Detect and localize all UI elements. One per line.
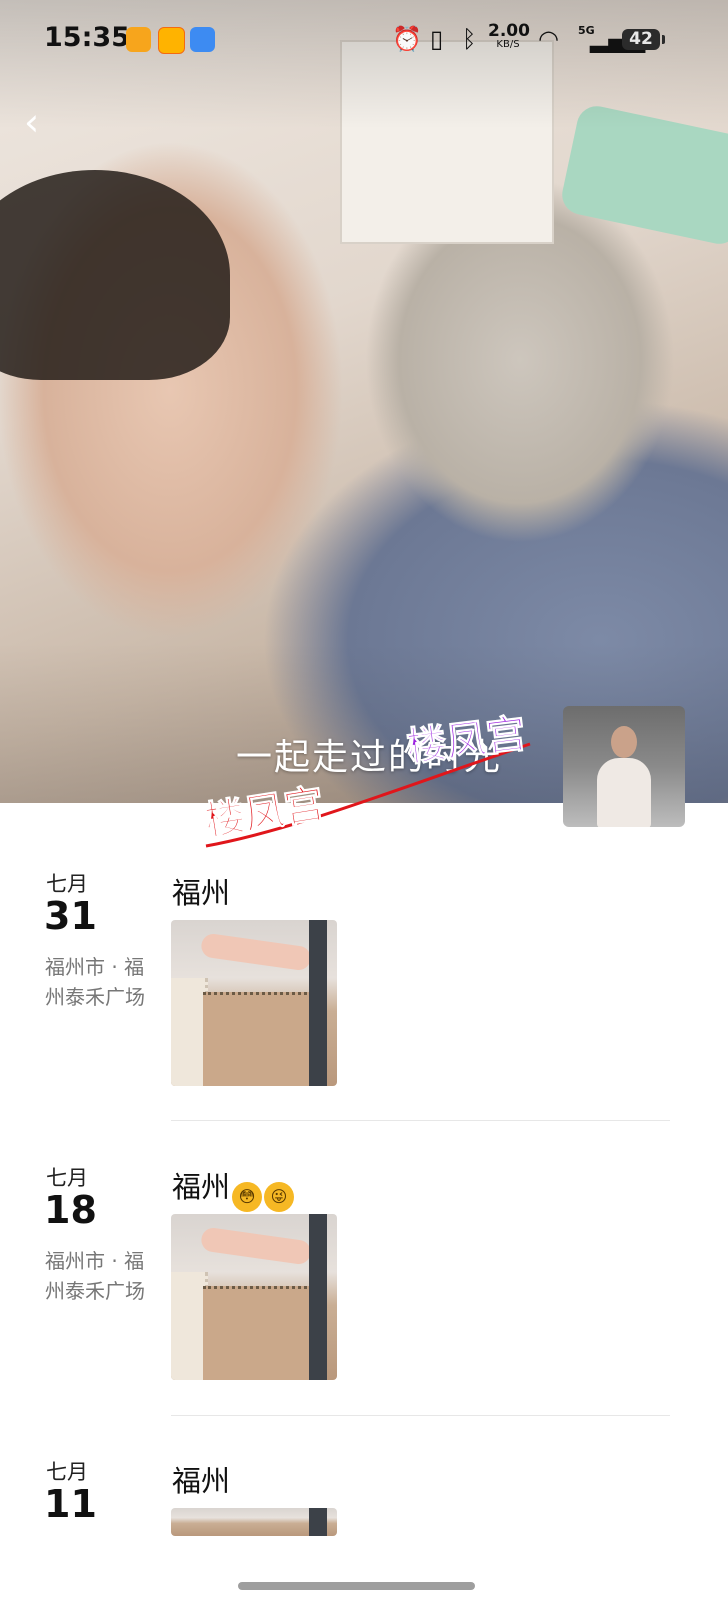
moment-entry[interactable]: 七月 18 福州市 · 福州泰禾广场 福州 😳 😜 [0,1162,728,1402]
entry-photo[interactable] [171,1214,337,1380]
alarm-icon: ⏰ [392,25,422,53]
battery-indicator: 42 [622,29,665,50]
vibrate-icon: ▯ [430,25,444,53]
photo-hand [199,1226,313,1266]
entry-title: 福州 😳 😜 [172,1164,295,1212]
entry-title: 福州 [172,876,231,910]
status-time: 15:35 [44,22,130,53]
bluetooth-icon: ᛒ [462,25,477,53]
photo-window [309,1214,327,1380]
avatar-head [611,726,637,758]
photo-bag [203,1286,313,1380]
entry-day: 18 [44,1188,97,1232]
status-bar: 15:35 ⏰ ▯ ᛒ 2.00 KB/S ◠ 5G ▂▄▆ 42 [0,0,728,80]
winking-face-tongue-icon: 😜 [264,1182,295,1212]
entry-divider [171,1415,670,1416]
back-button[interactable]: ‹ [24,100,58,144]
entry-day: 11 [44,1482,97,1526]
net-speed: 2.00 KB/S [488,21,530,52]
weather-icon [190,27,215,52]
entry-title-text: 福州 [172,1170,231,1204]
photo-window [309,1508,327,1536]
entry-location[interactable]: 福州市 · 福州泰禾广场 [45,952,145,1012]
moment-entry[interactable]: 七月 31 福州市 · 福州泰禾广场 福州 [0,868,728,1108]
wifi-icon: ◠ [538,25,559,53]
entry-divider [171,1120,670,1121]
photo-hand [199,932,313,972]
entry-location[interactable]: 福州市 · 福州泰禾广场 [45,1246,145,1306]
avatar[interactable] [563,706,685,827]
cover-photo[interactable] [0,0,728,803]
net-speed-value: 2.00 [488,21,530,41]
photo-bag [203,992,313,1086]
app-notification-icon-2 [158,27,185,54]
cover-shade [0,0,728,803]
app-notification-icon-1 [126,27,151,52]
entry-photo[interactable] [171,920,337,1086]
moment-entry[interactable]: 七月 11 福州 [0,1456,728,1536]
photo-window [309,920,327,1086]
chevron-left-icon: ‹ [24,100,40,144]
entry-day: 31 [44,894,97,938]
entry-photo[interactable] [171,1508,337,1536]
avatar-body [597,758,651,827]
entry-title: 福州 [172,1464,231,1498]
flushed-face-icon: 😳 [232,1182,263,1212]
home-indicator[interactable] [238,1582,475,1590]
